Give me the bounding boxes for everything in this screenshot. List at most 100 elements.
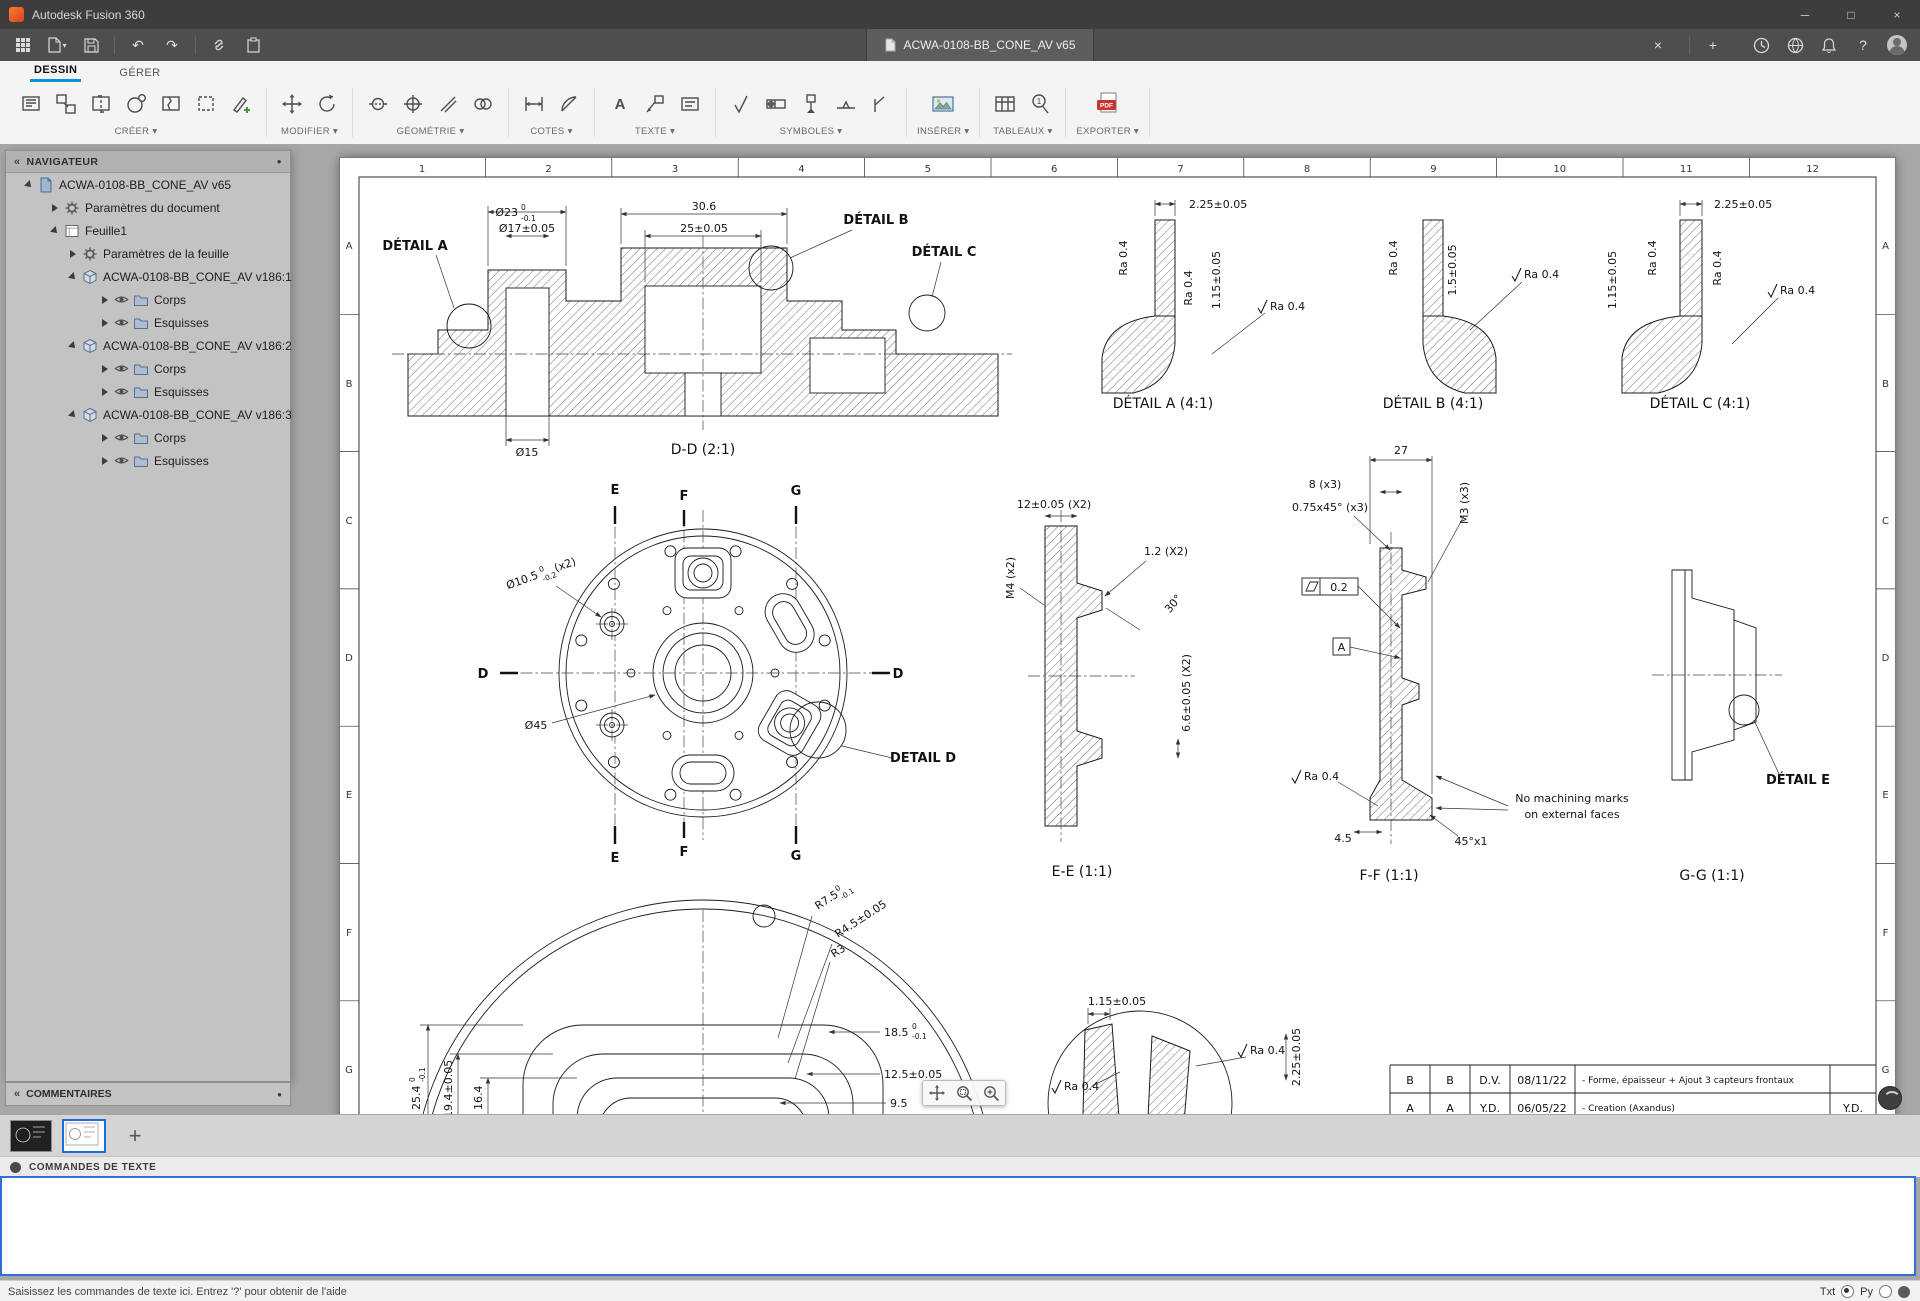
dim-label[interactable]: 16.4: [472, 1086, 485, 1111]
tree-item-sketches-2[interactable]: Esquisses: [6, 380, 290, 403]
group-label-inserer[interactable]: INSÉRER▾: [917, 126, 969, 137]
expand-arrow-icon[interactable]: [24, 180, 34, 190]
view-title[interactable]: E-E (1:1): [1052, 864, 1113, 880]
view-ee-section[interactable]: 12±0.05 (X2) M4 (x2) 1.2 (X2) 30° 6.6±0.…: [1004, 498, 1193, 880]
feature-control-frame-icon[interactable]: [761, 89, 791, 119]
detail-callout[interactable]: DETAIL D: [890, 751, 956, 766]
panel-pin-icon[interactable]: ●: [277, 157, 282, 166]
dim-label[interactable]: 25.4: [410, 1086, 423, 1111]
section-mark[interactable]: E: [611, 483, 620, 498]
zoom-window-icon[interactable]: [955, 1084, 973, 1102]
intersection-geometry-icon[interactable]: [468, 89, 498, 119]
collapse-panel-icon[interactable]: «: [14, 1088, 20, 1100]
expand-arrow-icon[interactable]: [102, 319, 108, 327]
centerline-icon[interactable]: [363, 89, 393, 119]
note-label[interactable]: No machining marks: [1515, 792, 1629, 805]
detail-callout[interactable]: DÉTAIL B: [843, 212, 908, 228]
comments-panel-header[interactable]: « COMMENTAIRES ●: [5, 1082, 291, 1106]
ordinate-dimension-icon[interactable]: [554, 89, 584, 119]
tree-item-sketches-1[interactable]: Esquisses: [6, 311, 290, 334]
section-mark[interactable]: E: [611, 851, 620, 866]
tree-item-bodies-3[interactable]: Corps: [6, 426, 290, 449]
export-pdf-icon[interactable]: PDF: [1093, 89, 1123, 119]
view-detail-a[interactable]: 2.25±0.05 Ra 0.4 Ra 0.4 1.15±0.05 Ra 0.4…: [1102, 198, 1305, 412]
table-icon[interactable]: [990, 89, 1020, 119]
section-mark[interactable]: F: [680, 489, 689, 504]
eye-icon[interactable]: [114, 384, 129, 399]
mode-txt-radio[interactable]: [1841, 1285, 1854, 1298]
tree-item-bodies-1[interactable]: Corps: [6, 288, 290, 311]
detail-callout[interactable]: DÉTAIL E: [1766, 772, 1830, 788]
break-view-icon[interactable]: [156, 89, 186, 119]
surface-finish-label[interactable]: Ra 0.4: [1064, 1080, 1099, 1093]
view-ff-section[interactable]: 27 8 (x3) 0.75x45° (x3) M3 (x3) 0.2 A: [1292, 444, 1629, 884]
expand-arrow-icon[interactable]: [102, 457, 108, 465]
dim-label[interactable]: Ø15: [516, 446, 539, 459]
title-block[interactable]: B B D.V. 08/11/22 - Forme, épaisseur + A…: [1390, 1065, 1876, 1114]
view-title[interactable]: DÉTAIL C (4:1): [1650, 395, 1751, 412]
tree-item-component-2[interactable]: ACWA-0108-BB_CONE_AV v186:2: [6, 334, 290, 357]
dim-label[interactable]: 6.6±0.05 (X2): [1180, 654, 1193, 732]
dim-label[interactable]: 1.15±0.05: [1210, 251, 1223, 309]
eye-icon[interactable]: [114, 361, 129, 376]
view-title[interactable]: DÉTAIL B (4:1): [1383, 395, 1484, 412]
expand-arrow-icon[interactable]: [102, 365, 108, 373]
dim-label[interactable]: M4 (x2): [1004, 557, 1017, 599]
link-icon[interactable]: [202, 32, 236, 58]
section-mark[interactable]: F: [680, 845, 689, 860]
surface-finish-label[interactable]: Ra 0.4: [1182, 270, 1195, 305]
navigator-header[interactable]: « NAVIGATEUR ●: [6, 151, 290, 173]
detail-view-icon[interactable]: [121, 89, 151, 119]
expand-arrow-icon[interactable]: [52, 204, 58, 212]
view-title[interactable]: F-F (1:1): [1359, 868, 1418, 884]
tree-item-document-settings[interactable]: Paramètres du document: [6, 196, 290, 219]
datum-icon[interactable]: [796, 89, 826, 119]
view-bottom[interactable]: 25.4 0 -0.1 19.4±0.05 16.4 18.5 0 -0.1 1…: [408, 878, 993, 1114]
note-label[interactable]: on external faces: [1524, 808, 1619, 821]
dim-label[interactable]: Ø17±0.05: [499, 222, 555, 235]
new-document-tab-icon[interactable]: +: [1696, 32, 1730, 58]
view-title[interactable]: D-D (2:1): [671, 442, 736, 458]
drawing-canvas[interactable]: 1 2 3 4 5 6 7 8 9 10 11 12 A B C D E F G…: [0, 144, 1920, 1114]
undo-icon[interactable]: ↶: [121, 32, 155, 58]
tab-gerer[interactable]: GÉRER: [115, 64, 164, 82]
command-input-hint[interactable]: Saisissez les commandes de texte ici. En…: [8, 1286, 347, 1298]
dim-label[interactable]: Ø23: [495, 206, 518, 219]
sheet-thumbnail-2-selected[interactable]: [62, 1119, 106, 1153]
dim-label[interactable]: 2.25±0.05: [1290, 1028, 1303, 1086]
surface-finish-label[interactable]: Ra 0.4: [1117, 240, 1130, 275]
group-label-exporter[interactable]: EXPORTER▾: [1076, 126, 1139, 137]
minimize-button[interactable]: ─: [1782, 0, 1828, 29]
expand-arrow-icon[interactable]: [102, 296, 108, 304]
dim-label[interactable]: 19.4±0.05: [442, 1060, 455, 1114]
section-mark[interactable]: D: [893, 667, 904, 682]
tree-item-component-1[interactable]: ACWA-0108-BB_CONE_AV v186:1: [6, 265, 290, 288]
dim-label[interactable]: 30.6: [692, 200, 717, 213]
sketch-icon[interactable]: [226, 89, 256, 119]
job-status-icon[interactable]: [1744, 32, 1778, 58]
dim-label[interactable]: R4.5±0.05: [833, 898, 889, 941]
avatar[interactable]: [1880, 32, 1914, 58]
expand-arrow-icon[interactable]: [70, 250, 76, 258]
dim-label[interactable]: 4.5: [1334, 832, 1352, 845]
section-mark[interactable]: G: [791, 484, 802, 499]
redo-icon[interactable]: ↷: [155, 32, 189, 58]
save-icon[interactable]: [74, 32, 108, 58]
group-label-tableaux[interactable]: TABLEAUX▾: [993, 126, 1052, 137]
extensions-icon[interactable]: [1778, 32, 1812, 58]
dim-label[interactable]: 18.5: [884, 1026, 909, 1039]
edge-extension-icon[interactable]: [433, 89, 463, 119]
group-label-geometrie[interactable]: GÉOMÉTRIE▾: [397, 126, 465, 137]
group-label-cotes[interactable]: COTES▾: [530, 126, 572, 137]
collapse-panel-icon[interactable]: «: [14, 156, 21, 168]
dim-label[interactable]: 2.25±0.05: [1189, 198, 1247, 211]
pan-icon[interactable]: [928, 1084, 946, 1102]
view-detail-b[interactable]: Ra 0.4 1.5±0.05 Ra 0.4 DÉTAIL B (4:1): [1383, 220, 1559, 412]
view-title[interactable]: G-G (1:1): [1679, 868, 1744, 884]
tree-item-bodies-2[interactable]: Corps: [6, 357, 290, 380]
group-label-symboles[interactable]: SYMBOLES▾: [780, 126, 843, 137]
eye-icon[interactable]: [114, 292, 129, 307]
notifications-bell-icon[interactable]: [1812, 32, 1846, 58]
drawing-sheet[interactable]: 1 2 3 4 5 6 7 8 9 10 11 12 A B C D E F G…: [340, 158, 1895, 1114]
section-view-icon[interactable]: [86, 89, 116, 119]
